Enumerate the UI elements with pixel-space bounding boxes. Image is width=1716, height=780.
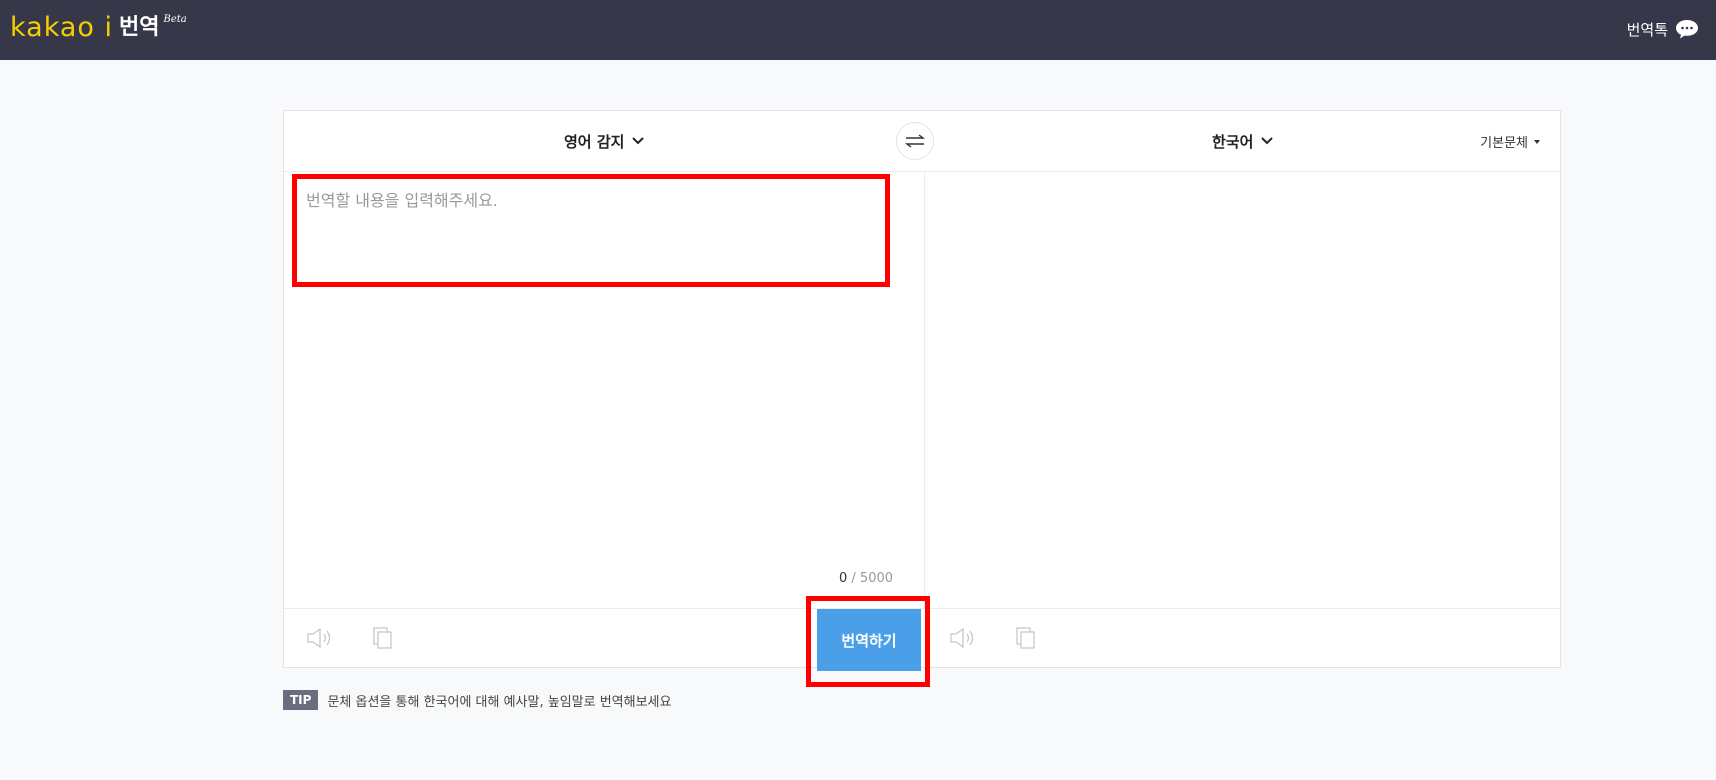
translation-talk-link[interactable]: 번역톡 xyxy=(1627,15,1700,43)
source-speak-button[interactable] xyxy=(304,622,336,654)
target-copy-button[interactable] xyxy=(1010,622,1042,654)
swap-arrows-icon xyxy=(905,134,925,148)
caret-down-icon xyxy=(1534,139,1540,144)
speech-style-select[interactable]: 기본문체 xyxy=(1480,132,1540,151)
talk-label: 번역톡 xyxy=(1626,20,1668,39)
chevron-down-icon xyxy=(632,137,645,145)
beta-label: Beta xyxy=(163,14,187,25)
tip-bar: TIP 문체 옵션을 통해 한국어에 대해 예사말, 높임말로 번역해보세요 xyxy=(283,690,671,710)
speaker-icon xyxy=(307,627,331,649)
source-language-label: 영어 감지 xyxy=(564,132,625,151)
top-header: kakao i 번역 Beta 번역톡 xyxy=(0,0,1716,60)
translate-button[interactable]: 번역하기 xyxy=(817,609,921,671)
language-bar: 영어 감지 한국어 기본문체 xyxy=(284,111,1560,172)
char-limit: / 5000 xyxy=(851,571,894,586)
speaker-icon xyxy=(950,627,974,649)
kakao-i-logo[interactable]: kakao i 번역 Beta xyxy=(10,8,187,48)
source-language-select[interactable]: 영어 감지 xyxy=(564,128,645,154)
target-speak-button[interactable] xyxy=(947,622,979,654)
logo-service-name: 번역 xyxy=(119,15,160,40)
source-copy-button[interactable] xyxy=(367,622,399,654)
chat-bubble-icon xyxy=(1676,20,1698,39)
swap-languages-button[interactable] xyxy=(896,122,934,160)
tip-badge: TIP xyxy=(283,690,319,710)
copy-icon xyxy=(1016,627,1035,649)
source-text-input[interactable] xyxy=(294,179,898,289)
translation-output xyxy=(925,172,1561,608)
target-language-label: 한국어 xyxy=(1212,132,1254,151)
tip-text: 문체 옵션을 통해 한국어에 대해 예사말, 높임말로 번역해보세요 xyxy=(327,694,672,710)
copy-icon xyxy=(373,627,392,649)
translator-panel: 영어 감지 한국어 기본문체 0 / 5000 xyxy=(283,110,1561,671)
char-count: 0 xyxy=(839,571,848,586)
action-bar xyxy=(284,608,1560,668)
chevron-down-icon xyxy=(1261,137,1274,145)
speech-style-label: 기본문체 xyxy=(1480,136,1528,151)
character-counter: 0 / 5000 xyxy=(839,571,893,586)
logo-wordmark: kakao i xyxy=(10,12,114,43)
target-language-select[interactable]: 한국어 xyxy=(1212,128,1274,154)
